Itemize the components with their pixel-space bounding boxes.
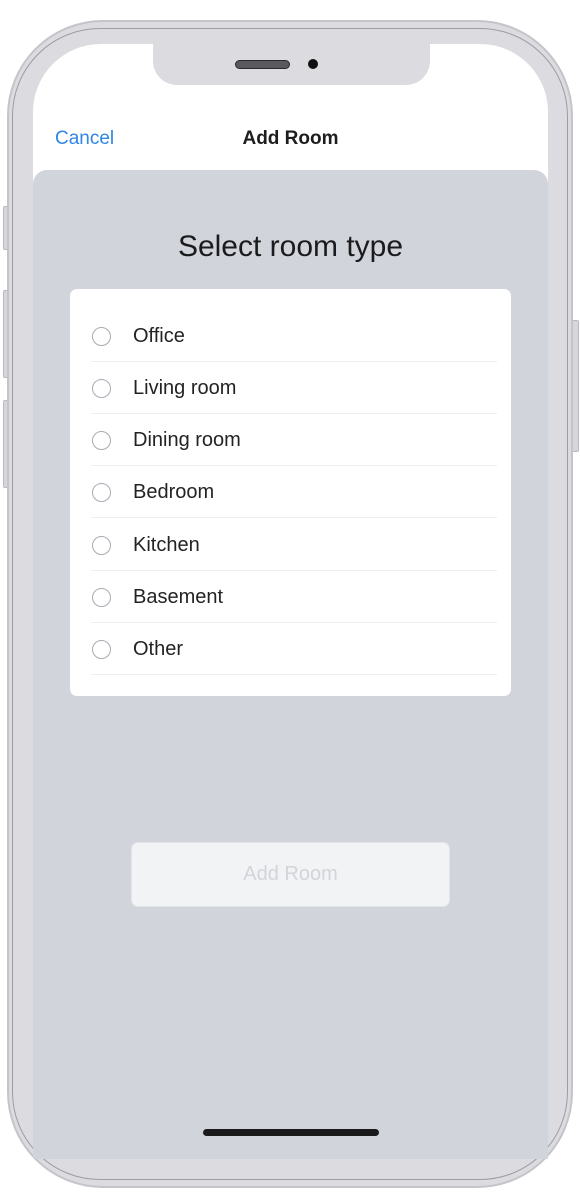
room-option-kitchen[interactable]: Kitchen (91, 519, 497, 571)
option-label: Basement (133, 586, 224, 608)
room-option-other[interactable]: Other (91, 623, 497, 675)
radio-icon[interactable] (92, 327, 111, 346)
room-option-living-room[interactable]: Living room (91, 362, 497, 414)
option-label: Office (133, 325, 185, 347)
page-title: Add Room (242, 128, 339, 149)
room-type-list: Office Living room Dining room Bedroom K… (70, 289, 511, 696)
room-option-basement[interactable]: Basement (91, 571, 497, 623)
room-option-bedroom[interactable]: Bedroom (91, 466, 497, 518)
camera-icon (308, 59, 318, 69)
radio-icon[interactable] (92, 431, 111, 450)
room-option-office[interactable]: Office (91, 310, 497, 362)
home-indicator[interactable] (203, 1129, 379, 1136)
radio-icon[interactable] (92, 640, 111, 659)
speaker-icon (235, 60, 290, 69)
add-room-button[interactable]: Add Room (131, 842, 450, 907)
radio-icon[interactable] (92, 379, 111, 398)
power-button (572, 320, 579, 452)
option-label: Other (133, 638, 184, 660)
radio-icon[interactable] (92, 588, 111, 607)
navigation-bar: Cancel Add Room (33, 116, 548, 166)
modal-sheet: Select room type Office Living room Dini… (33, 170, 548, 1159)
option-label: Dining room (133, 429, 241, 451)
option-label: Bedroom (133, 481, 215, 503)
radio-icon[interactable] (92, 536, 111, 555)
section-heading: Select room type (177, 230, 404, 263)
option-label: Kitchen (133, 534, 200, 556)
radio-icon[interactable] (92, 483, 111, 502)
notch (153, 42, 430, 85)
room-option-dining-room[interactable]: Dining room (91, 414, 497, 466)
option-label: Living room (133, 377, 237, 399)
